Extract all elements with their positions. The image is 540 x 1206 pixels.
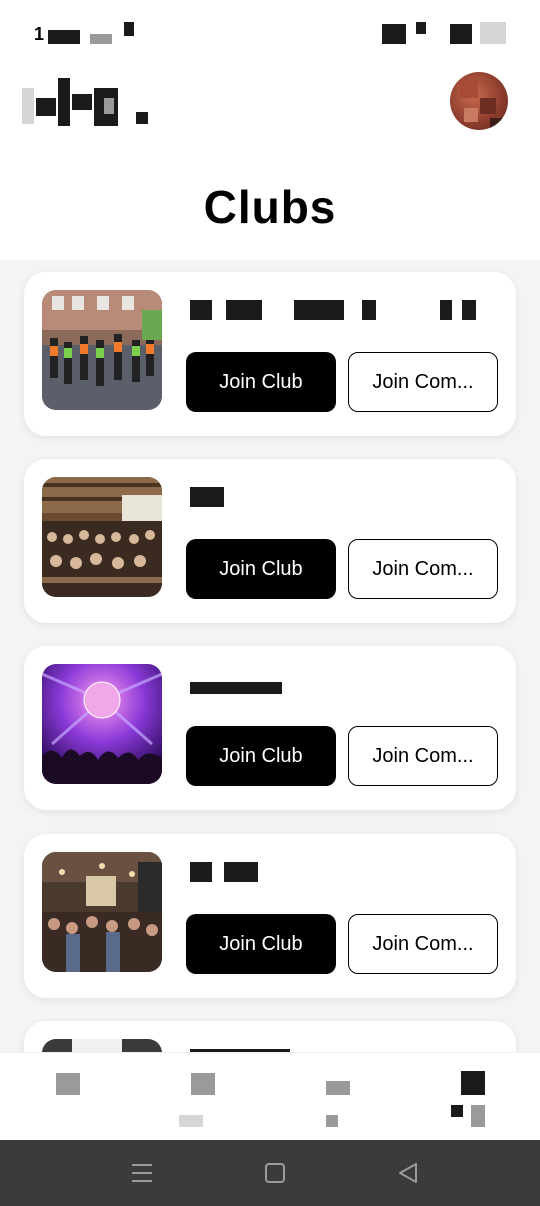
system-navigation-bar xyxy=(0,1140,540,1206)
join-club-button[interactable]: Join Club xyxy=(186,352,336,412)
menu-icon[interactable] xyxy=(122,1160,162,1186)
club-name xyxy=(186,481,496,517)
pixelated-mask xyxy=(124,22,134,36)
join-community-button[interactable]: Join Com... xyxy=(348,539,498,599)
nav-icon xyxy=(191,1073,215,1095)
club-image xyxy=(42,477,162,597)
club-name xyxy=(186,668,496,704)
pixelated-mask xyxy=(179,1115,203,1127)
app-header xyxy=(0,60,540,160)
pixelated-mask xyxy=(48,30,80,44)
club-image xyxy=(42,290,162,410)
battery-icon xyxy=(450,24,472,44)
page-title: Clubs xyxy=(203,181,337,233)
pixelated-mask xyxy=(451,1105,463,1117)
status-time: 1 xyxy=(34,24,45,44)
status-bar: 1 xyxy=(0,0,540,60)
club-image xyxy=(42,852,162,972)
join-community-button[interactable]: Join Com... xyxy=(348,914,498,974)
club-name xyxy=(186,856,496,892)
home-square-icon[interactable] xyxy=(255,1160,295,1186)
club-card[interactable]: Join Club Join Com... xyxy=(24,459,516,623)
club-card[interactable]: Join Club Join Com... xyxy=(24,646,516,810)
nav-item-2[interactable] xyxy=(135,1053,270,1141)
club-card[interactable]: Join Club Join Com... xyxy=(24,834,516,998)
pixelated-mask xyxy=(471,1105,485,1127)
nav-icon xyxy=(326,1081,350,1095)
nav-item-home[interactable] xyxy=(0,1053,135,1141)
app-logo[interactable] xyxy=(22,78,152,128)
join-community-button[interactable]: Join Com... xyxy=(348,726,498,786)
home-icon xyxy=(56,1073,80,1095)
back-triangle-icon[interactable] xyxy=(388,1160,428,1186)
pixelated-mask xyxy=(326,1115,338,1127)
clubs-icon xyxy=(461,1071,485,1095)
avatar[interactable] xyxy=(450,72,508,130)
join-club-button[interactable]: Join Club xyxy=(186,726,336,786)
nav-item-3[interactable] xyxy=(270,1053,405,1141)
join-community-button[interactable]: Join Com... xyxy=(348,352,498,412)
bottom-navigation xyxy=(0,1052,540,1140)
join-club-button[interactable]: Join Club xyxy=(186,914,336,974)
club-card[interactable]: Join Club Join Com... xyxy=(24,272,516,436)
nav-item-clubs[interactable] xyxy=(405,1053,540,1141)
signal-icon xyxy=(382,24,406,44)
club-name xyxy=(186,294,496,330)
pixelated-mask xyxy=(90,34,112,44)
club-image xyxy=(42,664,162,784)
join-club-button[interactable]: Join Club xyxy=(186,539,336,599)
wifi-icon xyxy=(416,22,426,34)
battery-icon xyxy=(480,22,506,44)
